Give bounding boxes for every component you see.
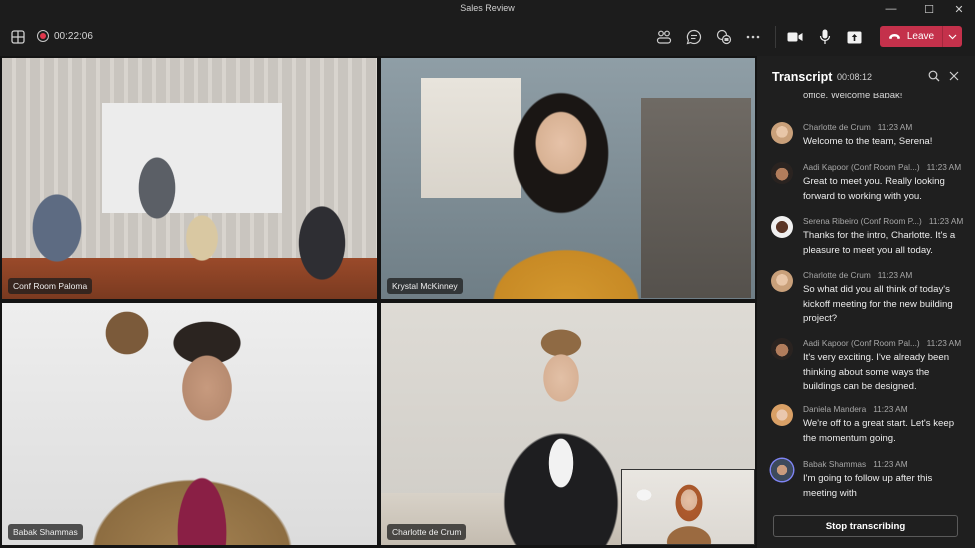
meeting-toolbar: 00:22:06 Leave (0, 18, 975, 56)
entry-meta: Babak Shammas 11:23 AM (803, 459, 908, 469)
camera-button[interactable] (784, 26, 806, 48)
speaker-name: Babak Shammas (803, 459, 867, 469)
participant-name-label: Charlotte de Crum (387, 524, 467, 540)
close-window-button[interactable]: ✕ (946, 1, 972, 17)
timestamp: 11:23 AM (873, 459, 908, 469)
share-screen-button[interactable] (843, 26, 865, 48)
entry-text: We're off to a great start. Let's keep t… (803, 418, 955, 444)
avatar (771, 459, 793, 481)
video-tile[interactable]: Conf Room Paloma (2, 58, 377, 299)
search-icon (928, 70, 940, 82)
mic-icon (819, 29, 831, 44)
avatar (771, 162, 793, 184)
meeting-timer: 00:22:06 (54, 30, 93, 42)
timestamp: 11:23 AM (873, 404, 908, 414)
self-view-video[interactable] (621, 469, 755, 545)
reactions-icon (716, 29, 732, 45)
timestamp: 11:23 AM (928, 216, 964, 226)
close-icon (949, 71, 959, 81)
entry-text: It's very exciting. I've already been th… (803, 352, 950, 392)
entry-meta: Charlotte de Crum 11:23 AM (803, 270, 912, 280)
leave-button[interactable]: Leave (880, 26, 942, 47)
timestamp: 11:23 AM (926, 338, 962, 348)
hang-up-icon (888, 34, 900, 39)
timestamp: 11:23 AM (877, 122, 913, 132)
recording-icon (37, 30, 49, 42)
minimize-icon: — (885, 3, 897, 15)
microphone-button[interactable] (814, 26, 836, 48)
avatar (771, 338, 793, 360)
timestamp: 11:23 AM (926, 162, 962, 172)
leave-label: Leave (906, 31, 935, 42)
entry-text: So what did you all think of today's kic… (803, 284, 953, 324)
title-bar: Sales Review — ☐ ✕ (0, 0, 975, 18)
entry-text: I'm going to follow up after this meetin… (803, 473, 933, 499)
video-tile[interactable]: Krystal McKinney (381, 58, 755, 299)
transcript-duration: 00:08:12 (837, 72, 873, 82)
participant-name-label: Babak Shammas (8, 524, 83, 540)
people-icon (656, 30, 672, 44)
share-icon (847, 31, 861, 43)
transcript-panel: Transcript 00:08:12 office. Welcome Baba… (757, 56, 975, 548)
transcript-header: Transcript 00:08:12 (757, 56, 975, 92)
stop-transcribing-button[interactable]: Stop transcribing (773, 515, 958, 537)
chat-icon (686, 29, 702, 45)
avatar (771, 122, 793, 144)
speaker-name: Aadi Kapoor (Conf Room Pal...) (803, 162, 920, 172)
entry-meta: Aadi Kapoor (Conf Room Pal...) 11:23 AM (803, 338, 961, 348)
speaker-name: Charlotte de Crum (803, 270, 871, 280)
chevron-down-icon (948, 34, 957, 39)
people-button[interactable] (653, 26, 675, 48)
minimize-button[interactable]: — (878, 1, 904, 17)
avatar (771, 270, 793, 292)
avatar (771, 404, 793, 426)
leave-options-button[interactable] (942, 26, 962, 47)
maximize-icon: ☐ (924, 3, 934, 16)
transcript-title: Transcript (772, 70, 833, 84)
toolbar-divider (775, 26, 776, 48)
speaker-name: Daniela Mandera (803, 404, 867, 414)
close-transcript-button[interactable] (947, 69, 961, 83)
entry-text: Welcome to the team, Serena! (803, 136, 933, 147)
more-options-button[interactable] (742, 26, 764, 48)
avatar (771, 216, 793, 238)
speaker-name: Aadi Kapoor (Conf Room Pal...) (803, 338, 920, 348)
entry-text: Thanks for the intro, Charlotte. It's a … (803, 230, 956, 256)
entry-text: Great to meet you. Really looking forwar… (803, 176, 945, 202)
grid-layout-icon (11, 30, 25, 44)
window-title: Sales Review (460, 3, 515, 13)
close-icon: ✕ (954, 3, 964, 16)
entry-meta: Serena Ribeiro (Conf Room P...) 11:23 AM (803, 216, 963, 226)
participant-name-label: Krystal McKinney (387, 278, 463, 294)
search-transcript-button[interactable] (927, 69, 941, 83)
more-icon (746, 35, 760, 39)
recording-indicator: 00:22:06 (37, 30, 93, 42)
leave-button-group: Leave (880, 26, 962, 47)
speaker-name: Charlotte de Crum (803, 122, 871, 132)
layout-button[interactable] (7, 26, 29, 48)
chat-button[interactable] (683, 26, 705, 48)
speaker-name: Serena Ribeiro (Conf Room P...) (803, 216, 922, 226)
video-tile[interactable]: Babak Shammas (2, 303, 377, 545)
maximize-button[interactable]: ☐ (916, 1, 942, 17)
participant-name-label: Conf Room Paloma (8, 278, 93, 294)
timestamp: 11:23 AM (877, 270, 913, 280)
entry-meta: Aadi Kapoor (Conf Room Pal...) 11:23 AM (803, 162, 961, 172)
camera-icon (787, 32, 803, 42)
reactions-button[interactable] (713, 26, 735, 48)
entry-meta: Charlotte de Crum 11:23 AM (803, 122, 912, 132)
entry-meta: Daniela Mandera 11:23 AM (803, 404, 908, 414)
